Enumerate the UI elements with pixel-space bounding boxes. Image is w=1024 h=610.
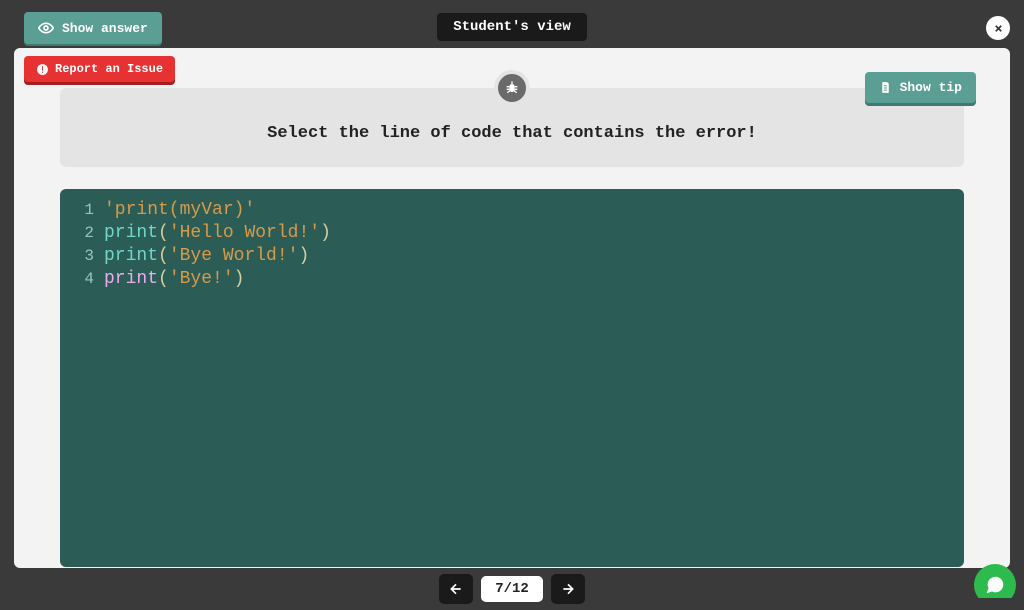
footer-nav: 7/12 bbox=[0, 568, 1024, 610]
note-icon bbox=[879, 81, 892, 94]
code-content: print('Bye World!') bbox=[104, 245, 309, 268]
prompt-box: Select the line of code that contains th… bbox=[60, 88, 964, 167]
alert-icon bbox=[36, 63, 49, 76]
line-number: 1 bbox=[74, 199, 94, 222]
report-issue-button[interactable]: Report an Issue bbox=[24, 56, 175, 82]
report-issue-label: Report an Issue bbox=[55, 62, 163, 76]
show-answer-label: Show answer bbox=[62, 21, 148, 36]
modal: Show answer Student's view Report an Iss… bbox=[0, 0, 1024, 610]
close-button[interactable] bbox=[986, 16, 1010, 40]
close-icon bbox=[993, 23, 1004, 34]
bug-icon bbox=[504, 80, 520, 96]
modal-header: Show answer Student's view bbox=[0, 0, 1024, 54]
code-line[interactable]: 1 'print(myVar)' bbox=[74, 199, 950, 222]
code-content: 'print(myVar)' bbox=[104, 199, 255, 222]
code-line[interactable]: 2 print('Hello World!') bbox=[74, 222, 950, 245]
show-answer-button[interactable]: Show answer bbox=[24, 12, 162, 44]
code-line[interactable]: 4 print('Bye!') bbox=[74, 268, 950, 291]
view-badge-label: Student's view bbox=[453, 19, 571, 35]
page-label: 7/12 bbox=[495, 581, 529, 597]
code-content: print('Bye!') bbox=[104, 268, 244, 291]
code-editor[interactable]: 1 'print(myVar)' 2 print('Hello World!') 3 pr… bbox=[60, 189, 964, 567]
line-number: 3 bbox=[74, 245, 94, 268]
line-number: 4 bbox=[74, 268, 94, 291]
code-content: print('Hello World!') bbox=[104, 222, 331, 245]
chat-icon bbox=[984, 574, 1006, 596]
arrow-left-icon bbox=[448, 581, 464, 597]
content-area: Report an Issue Show tip bbox=[14, 48, 1010, 568]
eye-icon bbox=[38, 20, 54, 36]
prompt-text: Select the line of code that contains th… bbox=[80, 124, 944, 143]
arrow-right-icon bbox=[560, 581, 576, 597]
next-button[interactable] bbox=[551, 574, 585, 604]
page-indicator: 7/12 bbox=[481, 576, 543, 602]
prev-button[interactable] bbox=[439, 574, 473, 604]
line-number: 2 bbox=[74, 222, 94, 245]
bug-badge bbox=[494, 70, 530, 106]
code-line[interactable]: 3 print('Bye World!') bbox=[74, 245, 950, 268]
view-badge: Student's view bbox=[437, 13, 587, 41]
show-tip-button[interactable]: Show tip bbox=[865, 72, 976, 103]
show-tip-label: Show tip bbox=[900, 80, 962, 95]
